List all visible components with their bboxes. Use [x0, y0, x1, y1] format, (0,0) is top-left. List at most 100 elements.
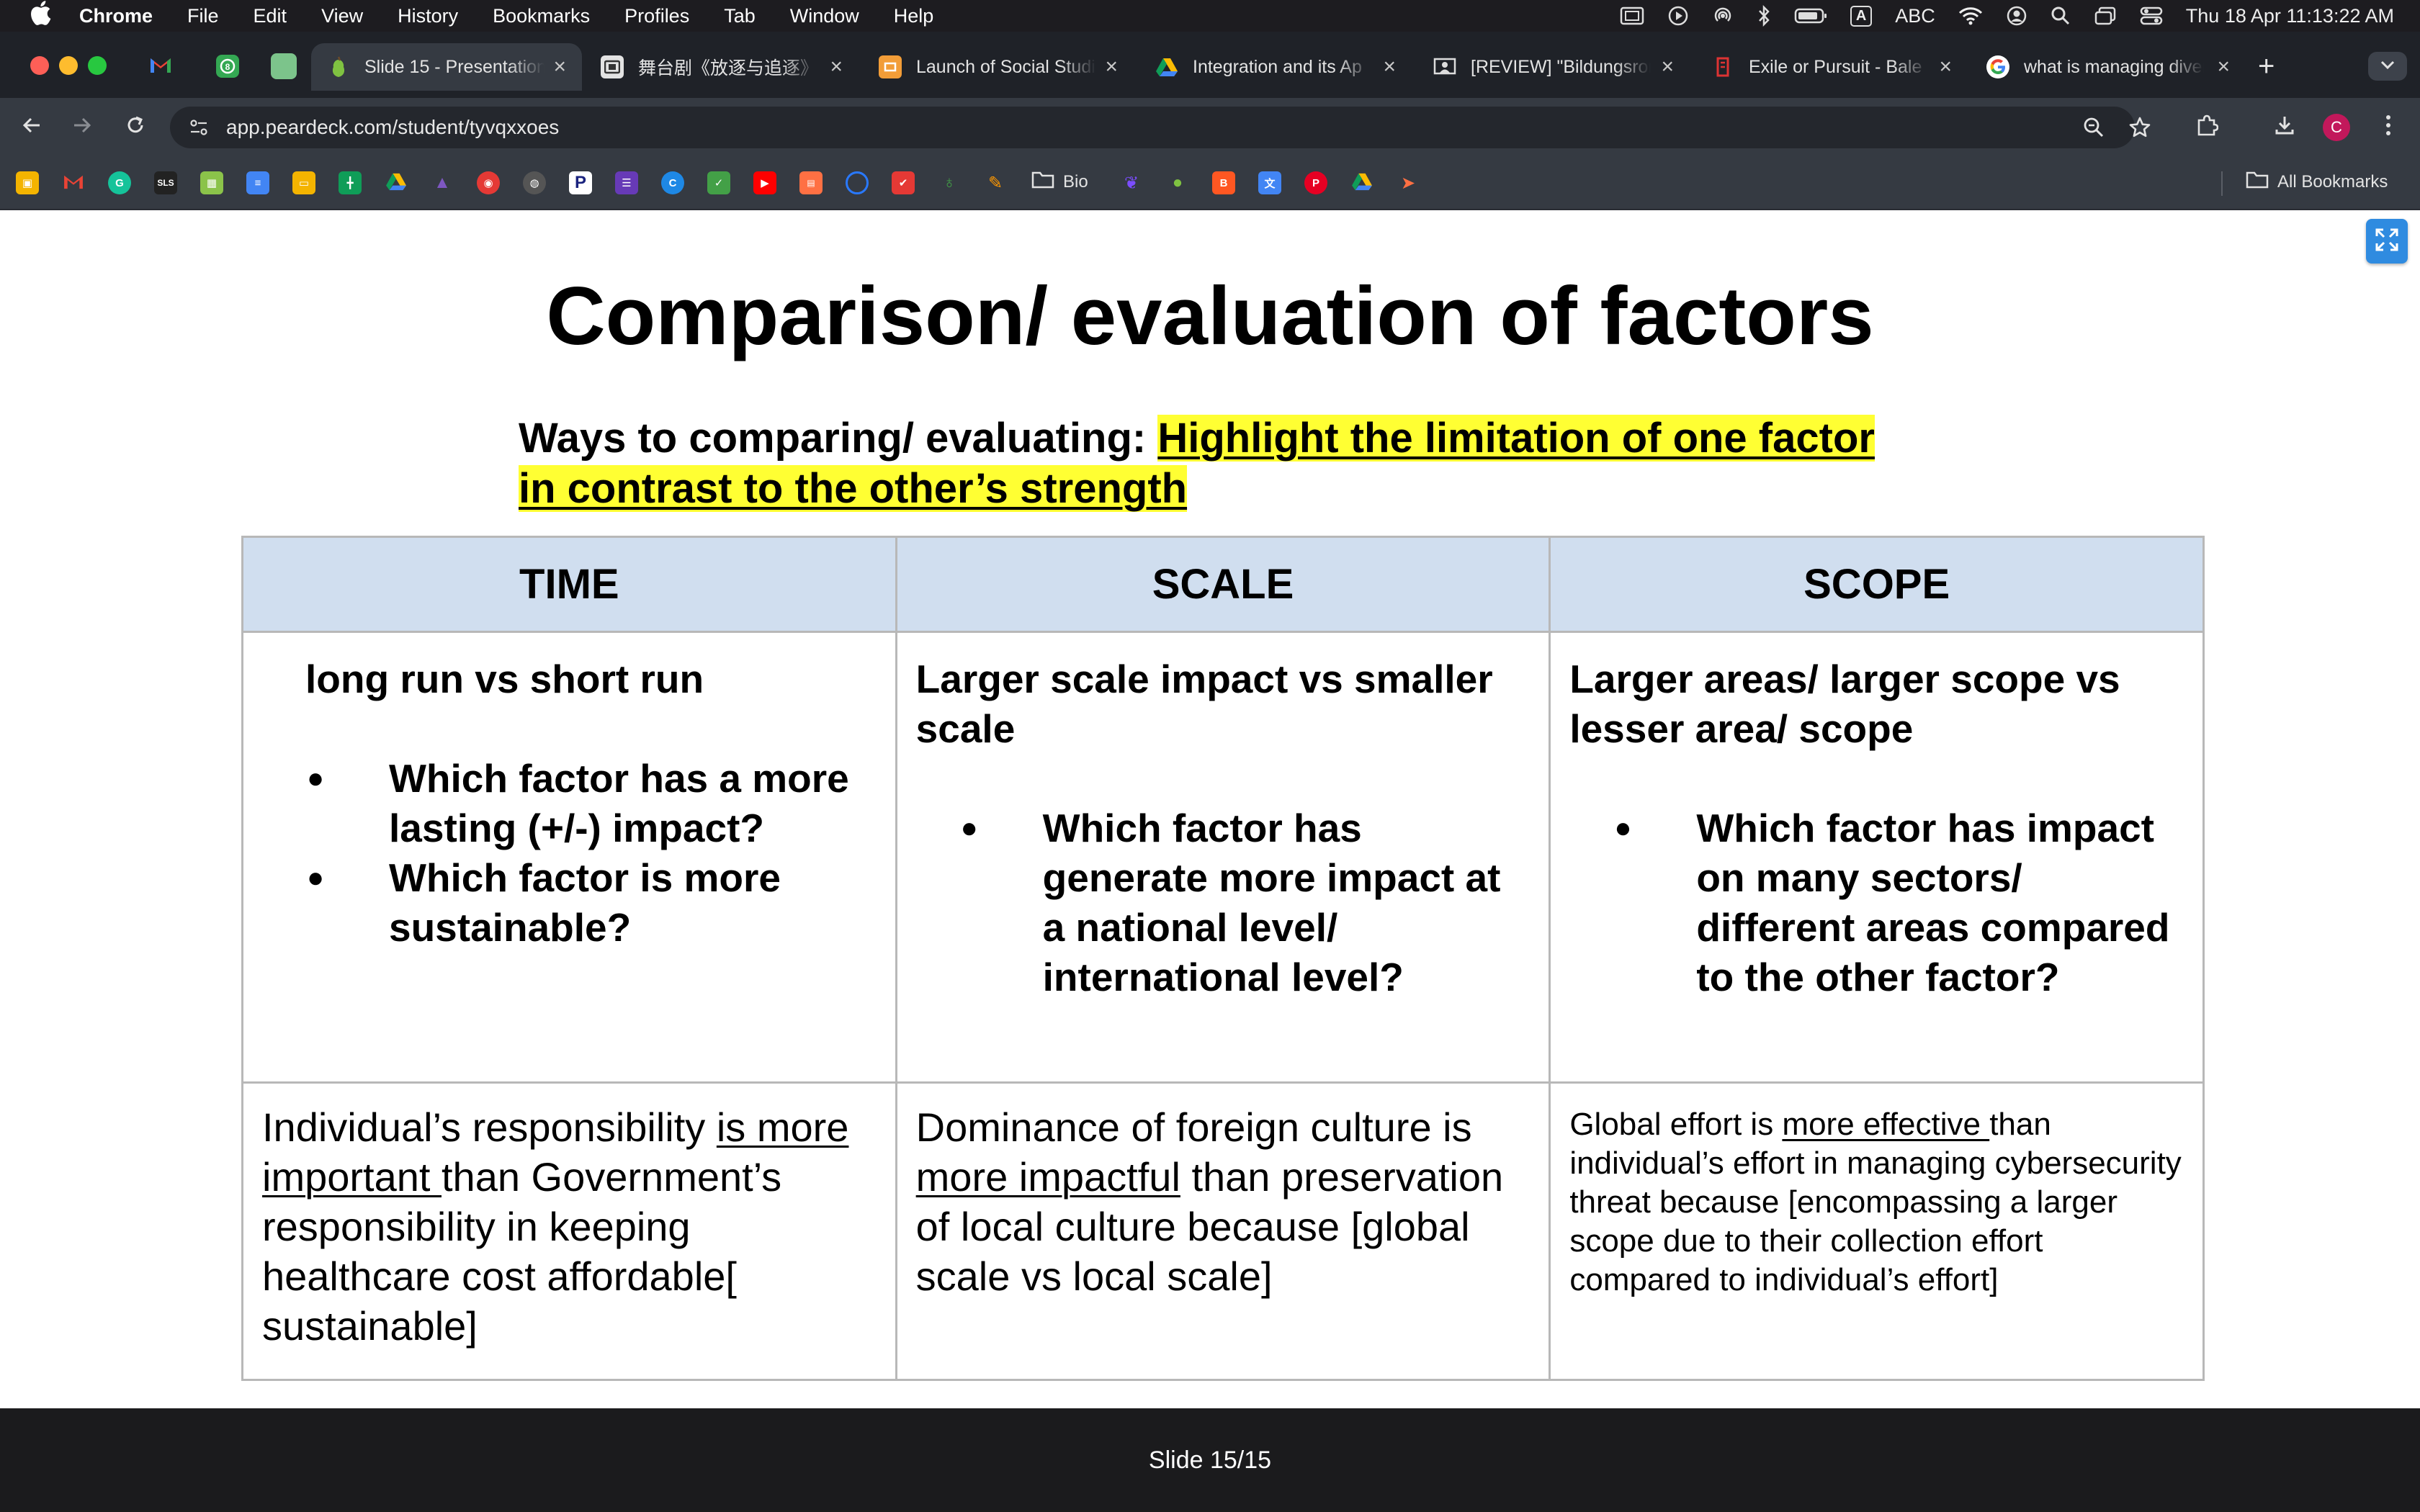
drive-icon	[385, 172, 407, 194]
bookmark-app-a[interactable]: ▲	[431, 171, 454, 194]
bluetooth-icon[interactable]	[1757, 5, 1771, 27]
tab-slide-15-presentation[interactable]: Slide 15 - Presentation ×	[311, 43, 582, 91]
bookmark-slides-3[interactable]: ▤	[799, 171, 823, 194]
menubar-clock[interactable]: Thu 18 Apr 11:13:22 AM	[2186, 5, 2394, 27]
bookmark-app-b[interactable]: ◉	[477, 171, 500, 194]
window-minimize-button[interactable]	[59, 56, 78, 75]
screen-mirroring-icon[interactable]	[1620, 6, 1644, 25]
menu-app-name[interactable]: Chrome	[79, 5, 153, 27]
airdrop-icon[interactable]	[1712, 5, 1734, 27]
user-account-icon[interactable]	[2006, 5, 2027, 27]
bookmark-gmail[interactable]	[62, 171, 85, 194]
time-criteria-cell: long run vs short run Which factor has a…	[241, 631, 897, 1084]
bookmark-c[interactable]: C	[661, 171, 684, 194]
bookmark-timetable[interactable]: ▦	[200, 171, 223, 194]
input-source-icon[interactable]: A	[1850, 5, 1873, 27]
bookmark-slides-2[interactable]: ▭	[292, 171, 315, 194]
control-center-icon[interactable]	[2140, 6, 2163, 26]
address-bar[interactable]: app.peardeck.com/student/tyvqxxoes	[170, 107, 2151, 148]
pinned-tab-messages[interactable]: 8	[213, 52, 242, 81]
slide-counter: Slide 15/15	[1148, 1446, 1272, 1474]
site-settings-icon[interactable]	[186, 114, 212, 140]
tab-close-icon[interactable]: ×	[1661, 56, 1674, 78]
downloads-button[interactable]	[2270, 112, 2299, 141]
reload-button[interactable]	[121, 112, 150, 141]
bookmark-globe[interactable]: ◍	[523, 171, 546, 194]
bookmark-drive-2[interactable]	[1350, 171, 1373, 194]
tab-launch-social-studies[interactable]: Launch of Social Studies ×	[861, 43, 1134, 91]
bookmark-star-icon[interactable]	[2126, 114, 2154, 141]
bookmark-app-c[interactable]: ✓	[707, 171, 730, 194]
menu-history[interactable]: History	[398, 5, 458, 27]
arrow-left-icon	[22, 115, 42, 139]
extensions-button[interactable]	[2192, 112, 2221, 141]
tab-integration[interactable]: Integration and its Ap ×	[1139, 43, 1412, 91]
bookmark-app-e[interactable]: ♁	[938, 171, 961, 194]
bookmark-folder-bio[interactable]: Bio	[1031, 170, 1088, 194]
bookmark-translate[interactable]: 文	[1258, 171, 1281, 194]
bookmark-docs[interactable]: ≡	[246, 171, 269, 194]
bookmark-app-f[interactable]: ✎	[984, 171, 1007, 194]
bookmark-app-h[interactable]: ➤	[1397, 171, 1420, 194]
tab-search-button[interactable]	[2368, 52, 2407, 81]
menu-bookmarks[interactable]: Bookmarks	[493, 5, 590, 27]
wifi-icon[interactable]	[1958, 6, 1983, 25]
list-item: Which factor has impact on many sectors/…	[1569, 804, 2184, 1002]
new-tab-button[interactable]: +	[2258, 52, 2275, 81]
url-text[interactable]: app.peardeck.com/student/tyvqxxoes	[226, 116, 559, 139]
spotlight-search-icon[interactable]	[2051, 6, 2071, 26]
window-close-button[interactable]	[30, 56, 49, 75]
tab-close-icon[interactable]: ×	[830, 56, 843, 78]
bookmark-blogger[interactable]: B	[1212, 171, 1235, 194]
peardeck-icon: ●	[1172, 173, 1183, 192]
chrome-menu-button[interactable]	[2374, 112, 2403, 141]
bookmark-youtube[interactable]: ▶	[753, 171, 776, 194]
tab-managing-diversity[interactable]: what is managing diversity ×	[1973, 43, 2246, 91]
tab-stage-play[interactable]: 舞台剧《放逐与追逐》 ×	[585, 43, 859, 91]
window-zoom-button[interactable]	[88, 56, 107, 75]
apple-icon[interactable]	[27, 1, 53, 31]
tab-close-icon[interactable]: ×	[1383, 56, 1396, 78]
time-questions: Which factor has a more lasting (+/-) im…	[262, 754, 877, 953]
all-bookmarks-button[interactable]: All Bookmarks	[2246, 170, 2388, 194]
bookmark-sheets[interactable]: ╋	[339, 171, 362, 194]
tab-review-bildungsroman[interactable]: [REVIEW] "Bildungsroman ×	[1417, 43, 1690, 91]
bookmark-peardeck[interactable]: ●	[1166, 171, 1189, 194]
pinned-tab-sheets[interactable]	[269, 52, 298, 81]
blogger-icon: B	[1219, 176, 1228, 189]
menu-edit[interactable]: Edit	[254, 5, 287, 27]
bookmark-p[interactable]: P	[569, 171, 592, 194]
tab-exile-or-pursuit[interactable]: Exile or Pursuit - Bale ×	[1695, 43, 1968, 91]
zoom-icon[interactable]	[2080, 114, 2107, 141]
stage-manager-icon[interactable]	[2094, 6, 2117, 26]
menu-window[interactable]: Window	[790, 5, 859, 27]
menu-file[interactable]: File	[187, 5, 219, 27]
tab-close-icon[interactable]: ×	[2217, 56, 2230, 78]
bookmark-forms[interactable]: ☰	[615, 171, 638, 194]
tab-close-icon[interactable]: ×	[1939, 56, 1952, 78]
bookmark-pinterest[interactable]: P	[1304, 171, 1327, 194]
menu-view[interactable]: View	[321, 5, 363, 27]
profile-avatar[interactable]: C	[2323, 114, 2350, 141]
bookmark-app-g[interactable]: ❦	[1120, 171, 1143, 194]
bookmark-app-d[interactable]	[846, 171, 869, 194]
bookmark-grammarly[interactable]: G	[108, 171, 131, 194]
bookmark-pocket[interactable]: ✔	[892, 171, 915, 194]
bookmark-sls[interactable]: SLS	[154, 171, 177, 194]
menu-tab[interactable]: Tab	[724, 5, 756, 27]
bookmark-drive[interactable]	[385, 171, 408, 194]
bookmark-slides[interactable]: ▣	[16, 171, 39, 194]
fullscreen-button[interactable]	[2366, 219, 2408, 264]
battery-icon[interactable]	[1794, 7, 1827, 24]
play-icon[interactable]	[1667, 5, 1689, 27]
scope-example-cell: Global effort is more effective than ind…	[1549, 1081, 2205, 1381]
tab-close-icon[interactable]: ×	[1105, 56, 1118, 78]
menu-help[interactable]: Help	[894, 5, 934, 27]
menu-profiles[interactable]: Profiles	[624, 5, 689, 27]
input-source-label[interactable]: ABC	[1895, 5, 1935, 27]
scale-criteria-cell: Larger scale impact vs smaller scale Whi…	[895, 631, 1551, 1084]
forward-button[interactable]	[68, 112, 97, 141]
back-button[interactable]	[17, 112, 46, 141]
pinned-tab-gmail[interactable]	[146, 52, 175, 81]
tab-close-icon[interactable]: ×	[553, 56, 566, 78]
